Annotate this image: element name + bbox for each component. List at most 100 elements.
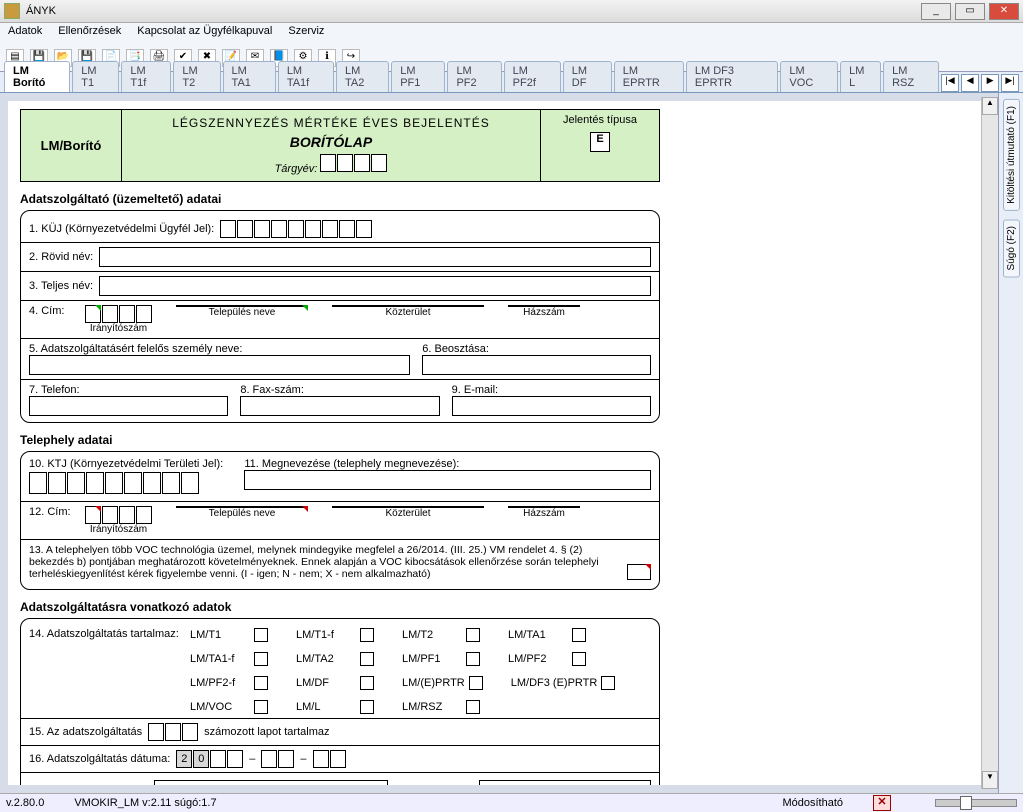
content-option-checkbox[interactable] bbox=[466, 652, 480, 666]
form-page-viewport[interactable]: LM/Borító LÉGSZENNYEZÉS MÉRTÉKE ÉVES BEJ… bbox=[8, 101, 981, 785]
content-option[interactable]: LM/T1-f bbox=[296, 628, 374, 642]
date-day-input[interactable] bbox=[313, 750, 346, 768]
tab-lm-ta1f[interactable]: LM TA1f bbox=[278, 61, 334, 92]
section1-title: Adatszolgáltató (üzemeltető) adatai bbox=[20, 192, 660, 206]
content-option[interactable]: LM/PF2-f bbox=[190, 676, 268, 690]
report-type-value[interactable]: E bbox=[590, 132, 610, 152]
content-option-checkbox[interactable] bbox=[254, 628, 268, 642]
menu-ellenorzesek[interactable]: Ellenőrzések bbox=[58, 25, 121, 43]
content-option-label: LM/T1 bbox=[190, 629, 250, 641]
vertical-scrollbar[interactable]: ▲ ▼ bbox=[981, 97, 998, 789]
fax-input[interactable] bbox=[240, 396, 439, 416]
status-error-icon[interactable]: ✕ bbox=[873, 795, 891, 811]
content-option-checkbox[interactable] bbox=[601, 676, 615, 690]
menu-szerviz[interactable]: Szerviz bbox=[288, 25, 324, 43]
tab-lm-ta2[interactable]: LM TA2 bbox=[336, 61, 389, 92]
side-tab-hint[interactable]: Kitöltési útmutató (F1) bbox=[1003, 99, 1020, 211]
section3-title: Adatszolgáltatásra vonatkozó adatok bbox=[20, 600, 660, 614]
tab-lm-t1f[interactable]: LM T1f bbox=[121, 61, 171, 92]
short-name-input[interactable] bbox=[99, 247, 651, 267]
content-option[interactable]: LM/PF2 bbox=[508, 652, 586, 666]
date-year-input[interactable]: 20 bbox=[176, 750, 243, 768]
tab-lm-voc[interactable]: LM VOC bbox=[780, 61, 838, 92]
content-option[interactable]: LM/(E)PRTR bbox=[402, 676, 483, 690]
tab-lm-eprtr[interactable]: LM EPRTR bbox=[614, 61, 684, 92]
scroll-up-icon[interactable]: ▲ bbox=[982, 97, 998, 115]
site-postcode-input[interactable] bbox=[85, 506, 152, 524]
tab-lm-df[interactable]: LM DF bbox=[563, 61, 612, 92]
content-option[interactable]: LM/TA1 bbox=[508, 628, 586, 642]
content-option-checkbox[interactable] bbox=[469, 676, 483, 690]
content-option[interactable]: LM/T2 bbox=[402, 628, 480, 642]
tab-lm-borito[interactable]: LM Borító bbox=[4, 61, 70, 92]
window-minimize-button[interactable]: _ bbox=[921, 3, 951, 20]
content-option-checkbox[interactable] bbox=[466, 700, 480, 714]
full-name-input[interactable] bbox=[99, 276, 651, 296]
tab-lm-pf2[interactable]: LM PF2 bbox=[447, 61, 501, 92]
tab-nav-last-icon[interactable]: ▶| bbox=[1001, 74, 1019, 92]
content-option[interactable]: LM/RSZ bbox=[402, 700, 480, 714]
side-tab-help[interactable]: Súgó (F2) bbox=[1003, 219, 1020, 277]
email-input[interactable] bbox=[452, 396, 651, 416]
tab-lm-ta1[interactable]: LM TA1 bbox=[223, 61, 276, 92]
content-option-checkbox[interactable] bbox=[360, 652, 374, 666]
pages-label-b: számozott lapot tartalmaz bbox=[204, 726, 329, 738]
content-option[interactable]: LM/PF1 bbox=[402, 652, 480, 666]
fax-label: 8. Fax-szám: bbox=[240, 384, 439, 396]
content-option-checkbox[interactable] bbox=[254, 700, 268, 714]
content-option-label: LM/L bbox=[296, 701, 356, 713]
date-month-input[interactable] bbox=[261, 750, 294, 768]
content-option-checkbox[interactable] bbox=[254, 676, 268, 690]
ktj-input[interactable] bbox=[29, 472, 199, 494]
tab-lm-pf1[interactable]: LM PF1 bbox=[391, 61, 445, 92]
content-option-checkbox[interactable] bbox=[572, 652, 586, 666]
phone-input[interactable] bbox=[29, 396, 228, 416]
tab-nav-first-icon[interactable]: |◀ bbox=[941, 74, 959, 92]
form-version: VMOKIR_LM v:2.11 súgó:1.7 bbox=[74, 797, 216, 809]
tab-lm-df3-eprtr[interactable]: LM DF3 EPRTR bbox=[686, 61, 779, 92]
zoom-slider[interactable] bbox=[935, 799, 1017, 807]
content-option-checkbox[interactable] bbox=[572, 628, 586, 642]
menu-adatok[interactable]: Adatok bbox=[8, 25, 42, 43]
leader-pos-input[interactable] bbox=[479, 780, 651, 785]
form-title: LÉGSZENNYEZÉS MÉRTÉKE ÉVES BEJELENTÉS bbox=[128, 116, 534, 130]
window-close-button[interactable]: ✕ bbox=[989, 3, 1019, 20]
content-option[interactable]: LM/T1 bbox=[190, 628, 268, 642]
pages-input[interactable] bbox=[148, 723, 198, 741]
content-option[interactable]: LM/DF bbox=[296, 676, 374, 690]
tab-nav-next-icon[interactable]: ▶ bbox=[981, 74, 999, 92]
tab-lm-l[interactable]: LM L bbox=[840, 61, 881, 92]
content-option[interactable]: LM/VOC bbox=[190, 700, 268, 714]
site-city-label: Település neve bbox=[209, 508, 276, 519]
content-option[interactable]: LM/TA1-f bbox=[190, 652, 268, 666]
tab-lm-pf2f[interactable]: LM PF2f bbox=[504, 61, 561, 92]
tab-lm-t1[interactable]: LM T1 bbox=[72, 61, 119, 92]
ktj-label: 10. KTJ (Környezetvédelmi Területi Jel): bbox=[29, 458, 232, 470]
content-option-checkbox[interactable] bbox=[360, 676, 374, 690]
content-option[interactable]: LM/L bbox=[296, 700, 374, 714]
content-option-checkbox[interactable] bbox=[466, 628, 480, 642]
street-label: Közterület bbox=[385, 307, 430, 318]
postcode-input[interactable] bbox=[85, 305, 152, 323]
city-input[interactable] bbox=[176, 305, 308, 307]
resp-person-input[interactable] bbox=[29, 355, 410, 375]
site-city-input[interactable] bbox=[176, 506, 308, 508]
tab-lm-rsz[interactable]: LM RSZ bbox=[883, 61, 939, 92]
content-option-checkbox[interactable] bbox=[360, 628, 374, 642]
window-maximize-button[interactable]: ▭ bbox=[955, 3, 985, 20]
kuj-input[interactable] bbox=[220, 220, 372, 238]
menu-ugyfelkapu[interactable]: Kapcsolat az Ügyfélkapuval bbox=[137, 25, 272, 43]
kuj-label: 1. KÜJ (Környezetvédelmi Ügyfél Jel): bbox=[29, 223, 214, 235]
leader-input[interactable] bbox=[154, 780, 388, 785]
voc-input[interactable] bbox=[627, 564, 651, 580]
site-name-input[interactable] bbox=[244, 470, 651, 490]
content-option[interactable]: LM/TA2 bbox=[296, 652, 374, 666]
scroll-down-icon[interactable]: ▼ bbox=[982, 771, 998, 789]
tab-lm-t2[interactable]: LM T2 bbox=[173, 61, 220, 92]
content-option-checkbox[interactable] bbox=[360, 700, 374, 714]
content-option[interactable]: LM/DF3 (E)PRTR bbox=[511, 676, 616, 690]
position-input[interactable] bbox=[422, 355, 651, 375]
tab-nav-prev-icon[interactable]: ◀ bbox=[961, 74, 979, 92]
content-option-checkbox[interactable] bbox=[254, 652, 268, 666]
year-input[interactable] bbox=[320, 154, 387, 172]
